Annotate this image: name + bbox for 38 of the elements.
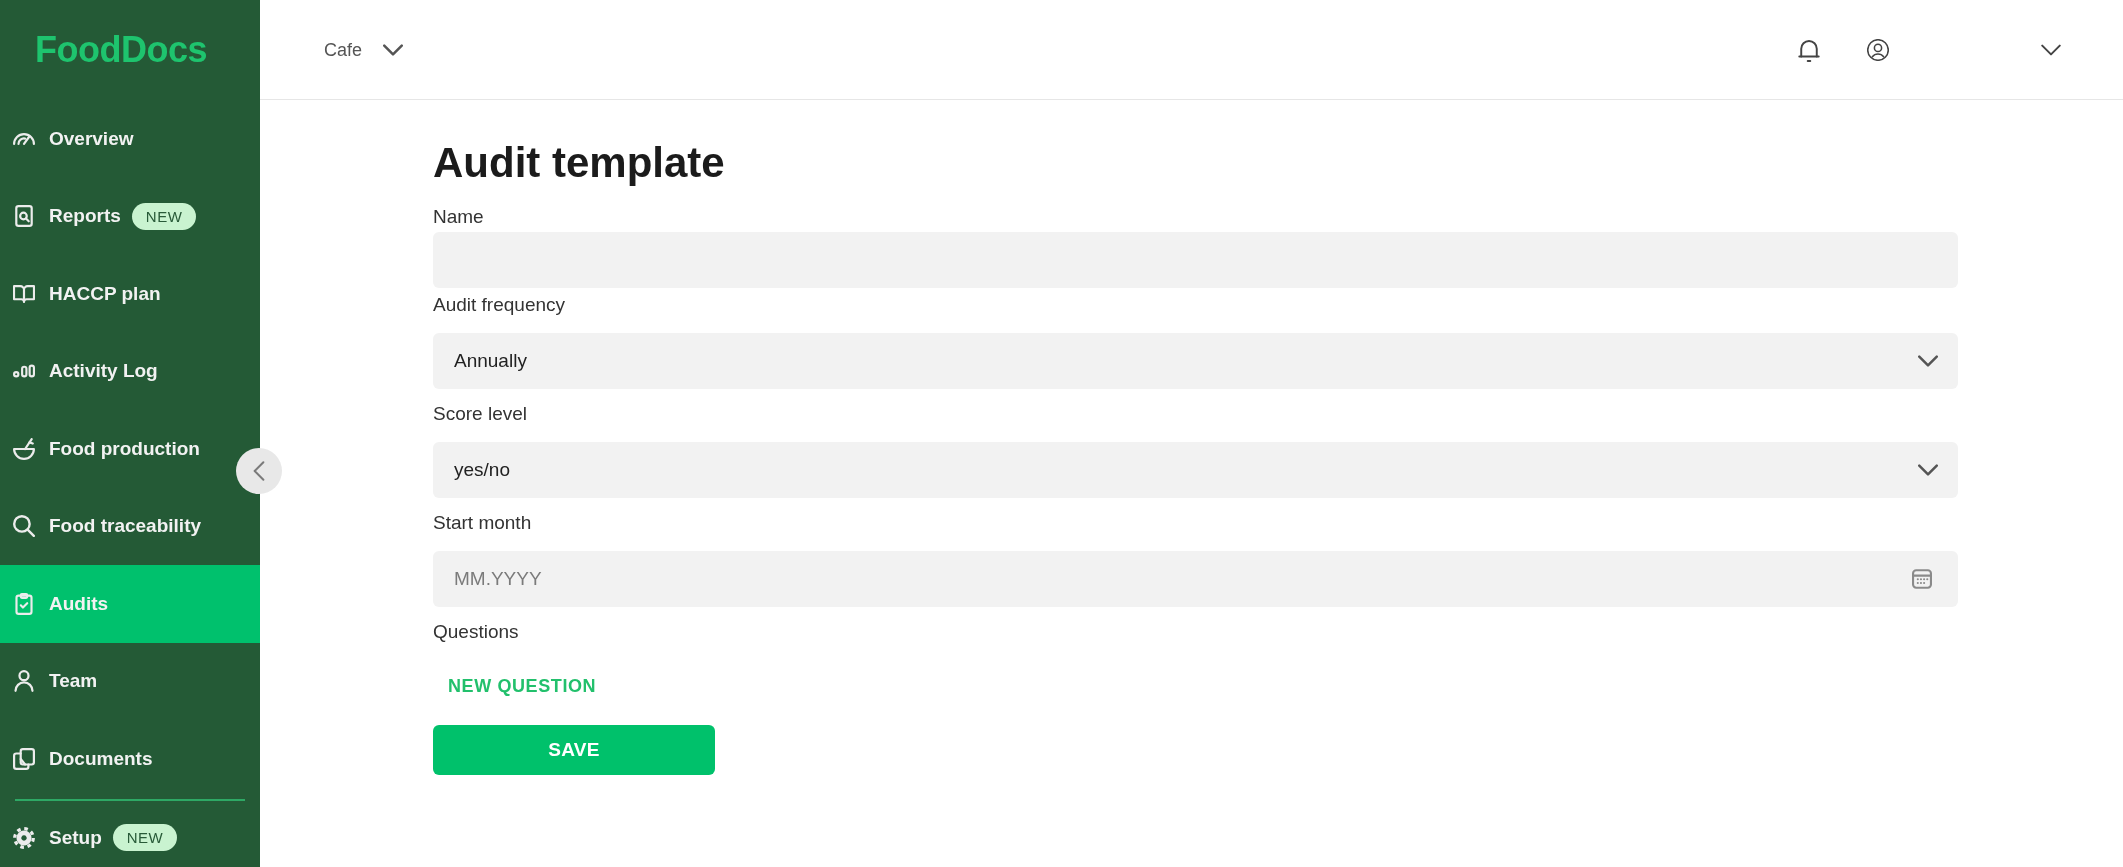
chevron-down-icon: [1918, 355, 1938, 367]
location-selector[interactable]: Cafe: [324, 37, 404, 62]
nav-item[interactable]: Reports NEW: [0, 177, 232, 255]
nav-item[interactable]: Documents: [0, 720, 232, 798]
select-field[interactable]: yes/no: [433, 442, 1958, 498]
nav-item[interactable]: Food traceability: [0, 487, 232, 565]
open-book-icon: [13, 282, 35, 305]
nav-item[interactable]: Team: [0, 642, 232, 720]
collapse-sidebar-button[interactable]: [236, 448, 282, 494]
field-label: Audit frequency: [433, 293, 566, 317]
chevron-down-icon: [383, 43, 404, 56]
nav-item[interactable]: Setup NEW: [0, 800, 232, 867]
select-field[interactable]: Annually: [433, 333, 1958, 389]
date-input[interactable]: MM.YYYY: [433, 551, 1958, 607]
field-label: Score level: [433, 402, 527, 426]
calendar-icon[interactable]: [1912, 569, 1932, 589]
clipboard-check-icon: [13, 592, 35, 615]
questions-label: Questions: [433, 620, 519, 644]
page-title: Audit template: [433, 140, 725, 186]
search-icon: [13, 515, 35, 538]
nav-item[interactable]: HACCP plan: [0, 255, 232, 333]
user-avatar-icon[interactable]: [1867, 38, 1889, 61]
chevron-left-icon: [253, 461, 265, 481]
logo[interactable]: FoodDocs: [35, 30, 207, 70]
chevron-down-icon: [1918, 464, 1938, 476]
field-label: Name: [433, 205, 484, 229]
document-search-icon: [13, 205, 35, 228]
person-icon: [13, 670, 35, 693]
status-badge: NEW: [131, 202, 197, 230]
field-label: Start month: [433, 511, 532, 535]
nav-item[interactable]: Overview: [0, 100, 232, 178]
status-badge: NEW: [112, 824, 178, 851]
nav-item[interactable]: Activity Log: [0, 332, 232, 410]
nav-item[interactable]: Food production: [0, 410, 232, 488]
bowl-icon: [13, 437, 35, 460]
documents-icon: [13, 747, 35, 770]
gear-icon: [13, 826, 35, 849]
chevron-down-icon[interactable]: [2041, 43, 2061, 56]
